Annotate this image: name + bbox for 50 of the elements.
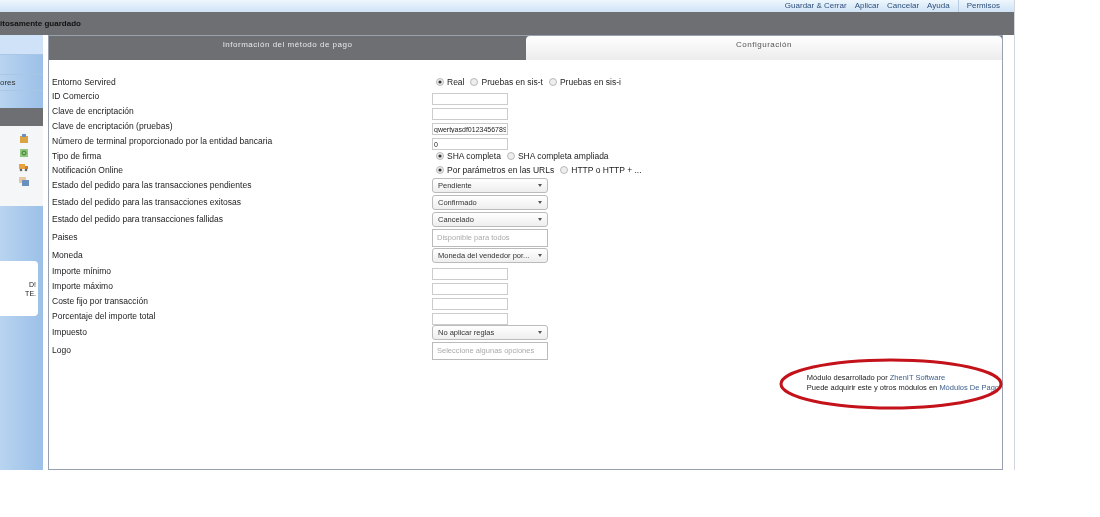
input-field[interactable] (432, 313, 508, 325)
tab[interactable]: Configuración (526, 36, 1002, 60)
field-label: Importe máximo (52, 280, 114, 293)
field-label: Clave de encriptación (pruebas) (52, 120, 174, 133)
input-field[interactable] (432, 268, 508, 280)
input-field[interactable] (432, 283, 508, 295)
field-label: Estado del pedido para las transacciones pendientes (52, 179, 253, 192)
field-label: Impuesto (52, 326, 88, 339)
toolbar-button[interactable]: Cancelar (883, 0, 924, 12)
sidebar-item[interactable]: ores (0, 76, 16, 89)
field-label: Estado del pedido para las transacciones exitosas (52, 196, 242, 209)
radio-button[interactable] (436, 78, 444, 86)
field-label: Logo (52, 344, 72, 357)
radio-button[interactable] (436, 152, 444, 160)
toolbar-button[interactable]: Ayuda (923, 0, 954, 12)
field-label: Porcentaje del importe total (52, 310, 157, 323)
radio-button[interactable] (548, 78, 557, 86)
field-label: Coste fijo por transacción (52, 295, 149, 308)
toolbar-button[interactable]: Aplicar (850, 0, 884, 12)
truck-icon[interactable] (19, 162, 29, 172)
radio-button[interactable] (436, 166, 444, 174)
field-label: Paises (52, 231, 79, 244)
window-icon[interactable] (19, 176, 29, 186)
radio-label[interactable]: HTTP o HTTP + ... (571, 163, 642, 177)
field-label: Clave de encriptación (52, 105, 135, 118)
sidebar-header (0, 108, 43, 126)
toolbar-button[interactable]: Guardar & Cerrar (780, 0, 851, 12)
input-field[interactable] (432, 93, 508, 105)
field-label: ID Comercio (52, 90, 101, 103)
input-field[interactable] (432, 108, 508, 120)
radio-label[interactable]: Pruebas en sis-i (559, 75, 621, 89)
radio-label[interactable]: Por parámetros en las URLs (447, 163, 555, 177)
radio-label[interactable]: Pruebas en sis-t (481, 75, 543, 89)
field-label: Entorno Servired (52, 75, 117, 89)
sidebar-item-background (0, 35, 43, 55)
field-label: Tipo de firma (52, 149, 103, 163)
radio-button[interactable] (560, 166, 569, 174)
field-label: Importe mínimo (52, 265, 113, 278)
field-label: Moneda (52, 249, 84, 262)
input-field[interactable] (432, 298, 508, 310)
field-label: Número de terminal proporcionado por la entidad bancaria (52, 135, 274, 148)
image-icon[interactable] (19, 134, 29, 144)
field-label: Notificación Online (52, 163, 124, 177)
radio-label[interactable]: Real (447, 75, 465, 89)
radio-button[interactable] (506, 152, 515, 160)
radio-button[interactable] (470, 78, 479, 86)
success-message: itosamente guardado (0, 17, 81, 30)
radio-label[interactable]: SHA completa (447, 149, 501, 163)
radio-label[interactable]: SHA completa ampliada (517, 149, 609, 163)
field-label: Estado del pedido para transacciones fallidas (52, 213, 225, 226)
